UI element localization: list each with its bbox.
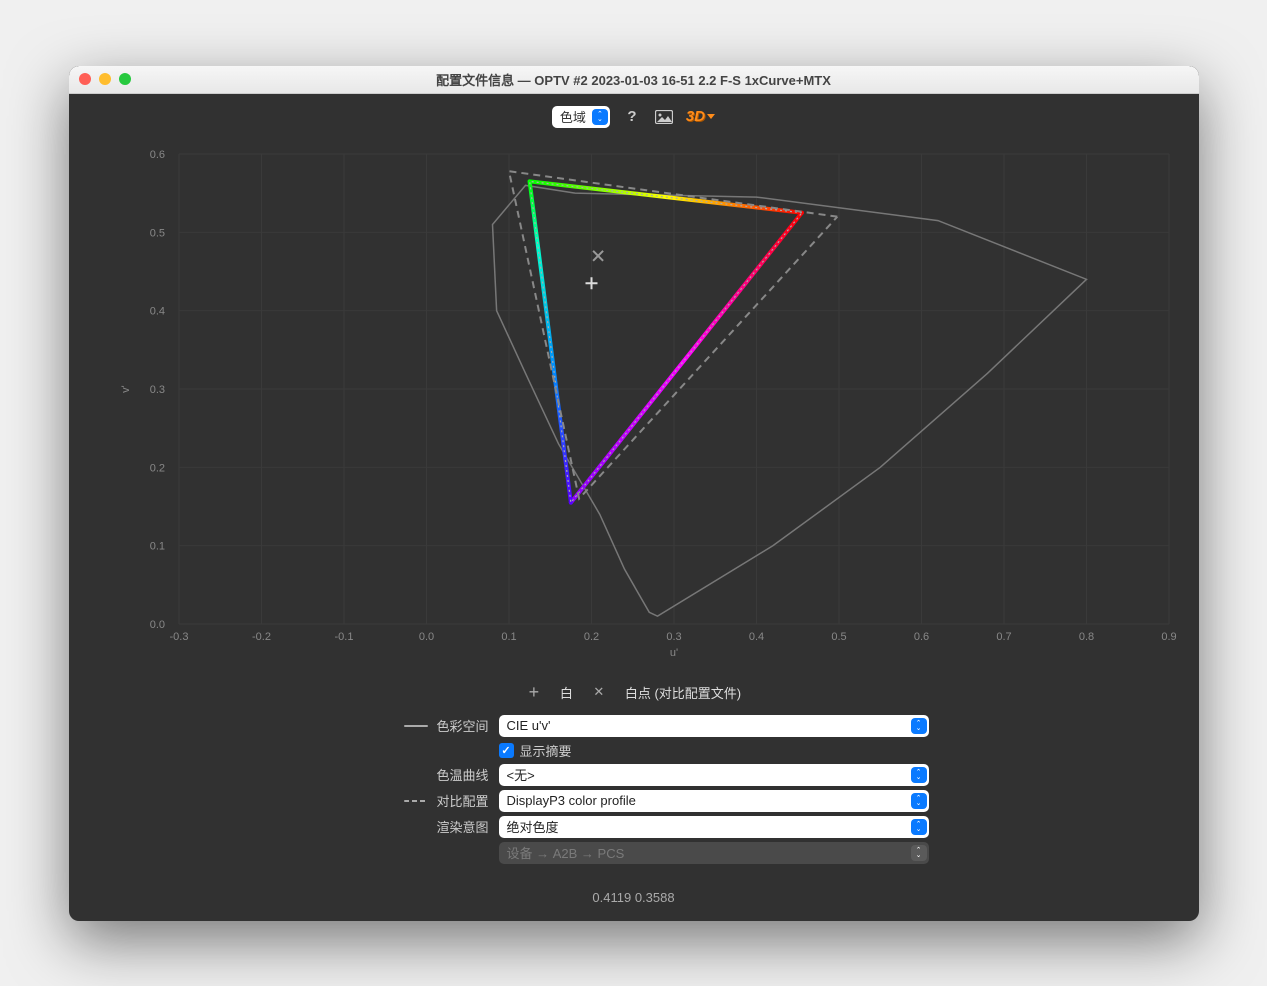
svg-text:0.3: 0.3 [149,384,164,396]
svg-text:0.2: 0.2 [149,462,164,474]
dropdown-icon [911,819,927,835]
label-show-summary: 显示摘要 [520,741,572,760]
x-icon: ✕ [591,684,607,700]
label-temp-curve: 色温曲线 [436,765,488,784]
svg-text:0.5: 0.5 [149,227,164,239]
svg-text:0.6: 0.6 [913,631,928,643]
picture-icon[interactable] [654,107,674,127]
toolbar: 色域 ? 3D [69,94,1199,134]
solid-line-icon [404,725,428,727]
view-select-value: 色域 [560,107,586,126]
controls: 色彩空间 CIE u'v' 显示摘要 色温曲线 <无> 对比配置 Display… [69,711,1199,884]
color-space-select[interactable]: CIE u'v' [499,715,929,737]
svg-text:-0.2: -0.2 [252,631,271,643]
svg-text:0.7: 0.7 [996,631,1011,643]
dropdown-icon [592,109,608,125]
dropdown-icon [911,767,927,783]
dropdown-icon [911,718,927,734]
dropdown-icon [911,793,927,809]
show-summary-checkbox[interactable] [499,743,514,758]
svg-text:0.1: 0.1 [149,540,164,552]
svg-text:-0.3: -0.3 [169,631,188,643]
svg-text:0.2: 0.2 [583,631,598,643]
svg-text:0.8: 0.8 [1078,631,1093,643]
svg-text:u': u' [669,647,677,659]
temp-curve-select[interactable]: <无> [499,764,929,786]
3d-toggle[interactable]: 3D [686,108,715,125]
svg-text:0.0: 0.0 [149,619,164,631]
svg-text:0.3: 0.3 [666,631,681,643]
view-select[interactable]: 色域 [552,106,610,128]
titlebar: 配置文件信息 — OPTV #2 2023-01-03 16-51 2.2 F-… [69,66,1199,94]
dashed-line-icon [404,800,428,802]
close-button[interactable] [79,73,91,85]
label-rendering: 渲染意图 [436,817,488,836]
coord-readout: 0.4119 0.3588 [69,884,1199,921]
svg-text:0.1: 0.1 [501,631,516,643]
label-color-space: 色彩空间 [436,716,488,735]
minimize-button[interactable] [99,73,111,85]
svg-text:0.4: 0.4 [748,631,763,643]
dropdown-icon [911,845,927,861]
svg-text:0.9: 0.9 [1161,631,1176,643]
legend-white: 白 [560,683,573,702]
plus-icon: + [526,682,542,703]
svg-text:0.6: 0.6 [149,149,164,161]
svg-text:0.5: 0.5 [831,631,846,643]
direction-select: 设备 → A2B → PCS [499,842,929,864]
window-title: 配置文件信息 — OPTV #2 2023-01-03 16-51 2.2 F-… [69,70,1199,89]
svg-text:0.4: 0.4 [149,305,164,317]
gamut-plot[interactable]: -0.3 -0.2 -0.1 0.0 0.1 0.2 0.3 0.4 0.5 0.6 0.7 0.8 0… [69,134,1199,674]
3d-label: 3D [686,108,705,125]
label-compare: 对比配置 [436,791,488,810]
legend-whitepoint: 白点 (对比配置文件) [625,683,741,702]
compare-profile-select[interactable]: DisplayP3 color profile [499,790,929,812]
rendering-intent-select[interactable]: 绝对色度 [499,816,929,838]
dropdown-arrow-icon [707,114,715,119]
legend-row: + 白 ✕ 白点 (对比配置文件) [69,674,1199,711]
svg-text:-0.1: -0.1 [334,631,353,643]
svg-text:v': v' [120,385,132,393]
zoom-button[interactable] [119,73,131,85]
svg-text:0.0: 0.0 [418,631,433,643]
help-icon[interactable]: ? [622,107,642,127]
